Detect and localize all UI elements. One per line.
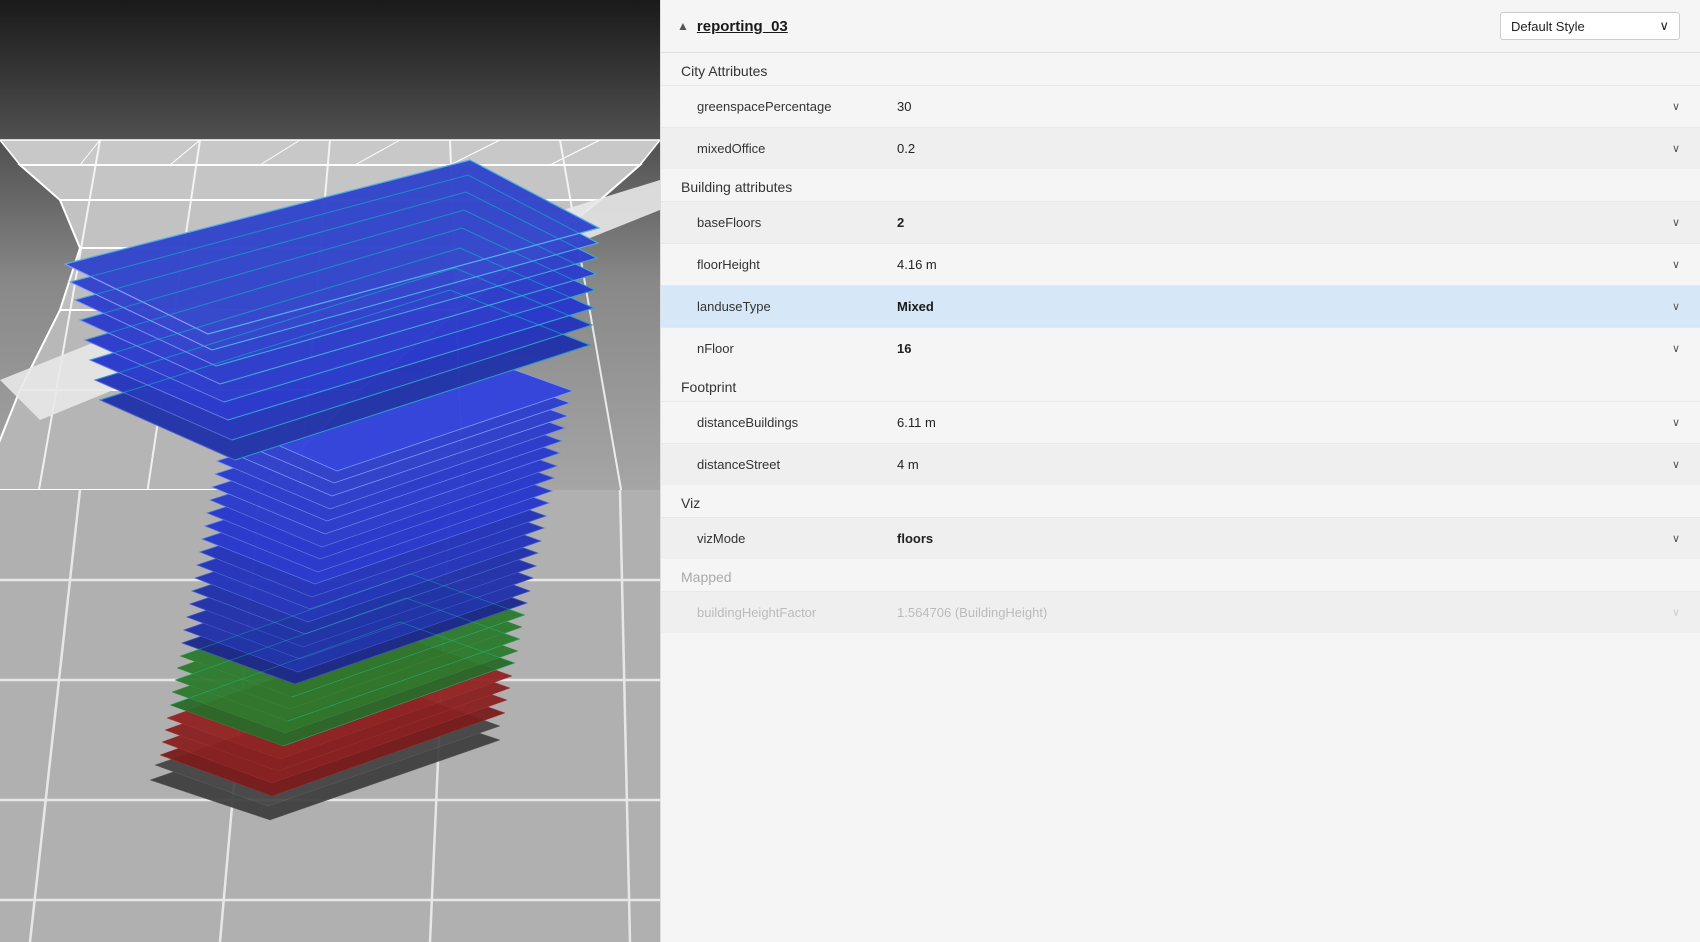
attr-value-distancestreet: 4 m [897,457,1077,472]
attr-value-distancebuildings: 6.11 m [897,415,1077,430]
section-building-attributes: Building attributes [661,169,1700,201]
section-viz: Viz [661,485,1700,517]
attr-value-group-buildingheightfactor: 1.564706 (BuildingHeight) [897,605,1672,620]
title-group: ▲ reporting_03 [677,18,788,35]
nfloor-chevron-icon[interactable]: ∨ [1672,342,1680,355]
collapse-arrow-icon[interactable]: ▲ [677,19,689,33]
attr-name-vizmode: vizMode [697,531,877,546]
attr-row-basefloors: baseFloors 2 ∨ [661,201,1700,243]
attr-name-distancestreet: distanceStreet [697,457,877,472]
section-city-attributes: City Attributes [661,53,1700,85]
attr-row-floorheight: floorHeight 4.16 m ∨ [661,243,1700,285]
attr-row-vizmode: vizMode floors ∨ [661,517,1700,559]
attr-name-distancebuildings: distanceBuildings [697,415,877,430]
attr-value-group-floorheight: 4.16 m [897,257,1672,272]
floorheight-chevron-icon[interactable]: ∨ [1672,258,1680,271]
attr-value-landusetype: Mixed [897,299,1077,314]
attr-value-group-mixedoffice: 0.2 [897,141,1672,156]
attr-value-group-greenspace: 30 [897,99,1672,114]
attr-name-nfloor: nFloor [697,341,877,356]
attr-row-distancebuildings: distanceBuildings 6.11 m ∨ [661,401,1700,443]
mixedoffice-chevron-icon[interactable]: ∨ [1672,142,1680,155]
properties-scroll-area[interactable]: ▲ reporting_03 Default Style ∨ City Attr… [661,0,1700,942]
style-dropdown[interactable]: Default Style ∨ [1500,12,1680,40]
attr-value-mixedoffice: 0.2 [897,141,1077,156]
style-label: Default Style [1511,19,1585,34]
attr-name-basefloors: baseFloors [697,215,877,230]
attr-row-greenspace: greenspacePercentage 30 ∨ [661,85,1700,127]
layer-title[interactable]: reporting_03 [697,18,788,35]
attr-value-group-distancebuildings: 6.11 m [897,415,1672,430]
section-mapped: Mapped [661,559,1700,591]
attr-name-floorheight: floorHeight [697,257,877,272]
distancebuildings-chevron-icon[interactable]: ∨ [1672,416,1680,429]
attr-name-landusetype: landuseType [697,299,877,314]
attr-value-group-landusetype: Mixed [897,299,1672,314]
attr-row-mixedoffice: mixedOffice 0.2 ∨ [661,127,1700,169]
attr-value-group-basefloors: 2 [897,215,1672,230]
attr-value-floorheight: 4.16 m [897,257,1077,272]
vizmode-chevron-icon[interactable]: ∨ [1672,532,1680,545]
attr-value-basefloors: 2 [897,215,1077,230]
distancestreet-chevron-icon[interactable]: ∨ [1672,458,1680,471]
greenspace-chevron-icon[interactable]: ∨ [1672,100,1680,113]
section-footprint: Footprint [661,369,1700,401]
3d-scene [0,0,660,942]
attr-row-buildingheightfactor: buildingHeightFactor 1.564706 (BuildingH… [661,591,1700,633]
properties-header: ▲ reporting_03 Default Style ∨ [661,0,1700,53]
viewport-3d [0,0,660,942]
attr-value-group-distancestreet: 4 m [897,457,1672,472]
attr-value-group-vizmode: floors [897,531,1672,546]
attr-name-buildingheightfactor: buildingHeightFactor [697,605,877,620]
attr-value-greenspace: 30 [897,99,1077,114]
basefloors-chevron-icon[interactable]: ∨ [1672,216,1680,229]
attr-name-mixedoffice: mixedOffice [697,141,877,156]
attr-value-vizmode: floors [897,531,1077,546]
buildingheightfactor-chevron-icon[interactable]: ∨ [1672,606,1680,619]
attr-row-nfloor: nFloor 16 ∨ [661,327,1700,369]
attr-value-buildingheightfactor: 1.564706 (BuildingHeight) [897,605,1077,620]
attr-value-nfloor: 16 [897,341,1077,356]
properties-panel: ▲ reporting_03 Default Style ∨ City Attr… [660,0,1700,942]
attr-row-distancestreet: distanceStreet 4 m ∨ [661,443,1700,485]
attr-value-group-nfloor: 16 [897,341,1672,356]
style-chevron-icon: ∨ [1659,18,1669,34]
landusetype-chevron-icon[interactable]: ∨ [1672,300,1680,313]
attr-name-greenspace: greenspacePercentage [697,99,877,114]
attr-row-landusetype: landuseType Mixed ∨ [661,285,1700,327]
